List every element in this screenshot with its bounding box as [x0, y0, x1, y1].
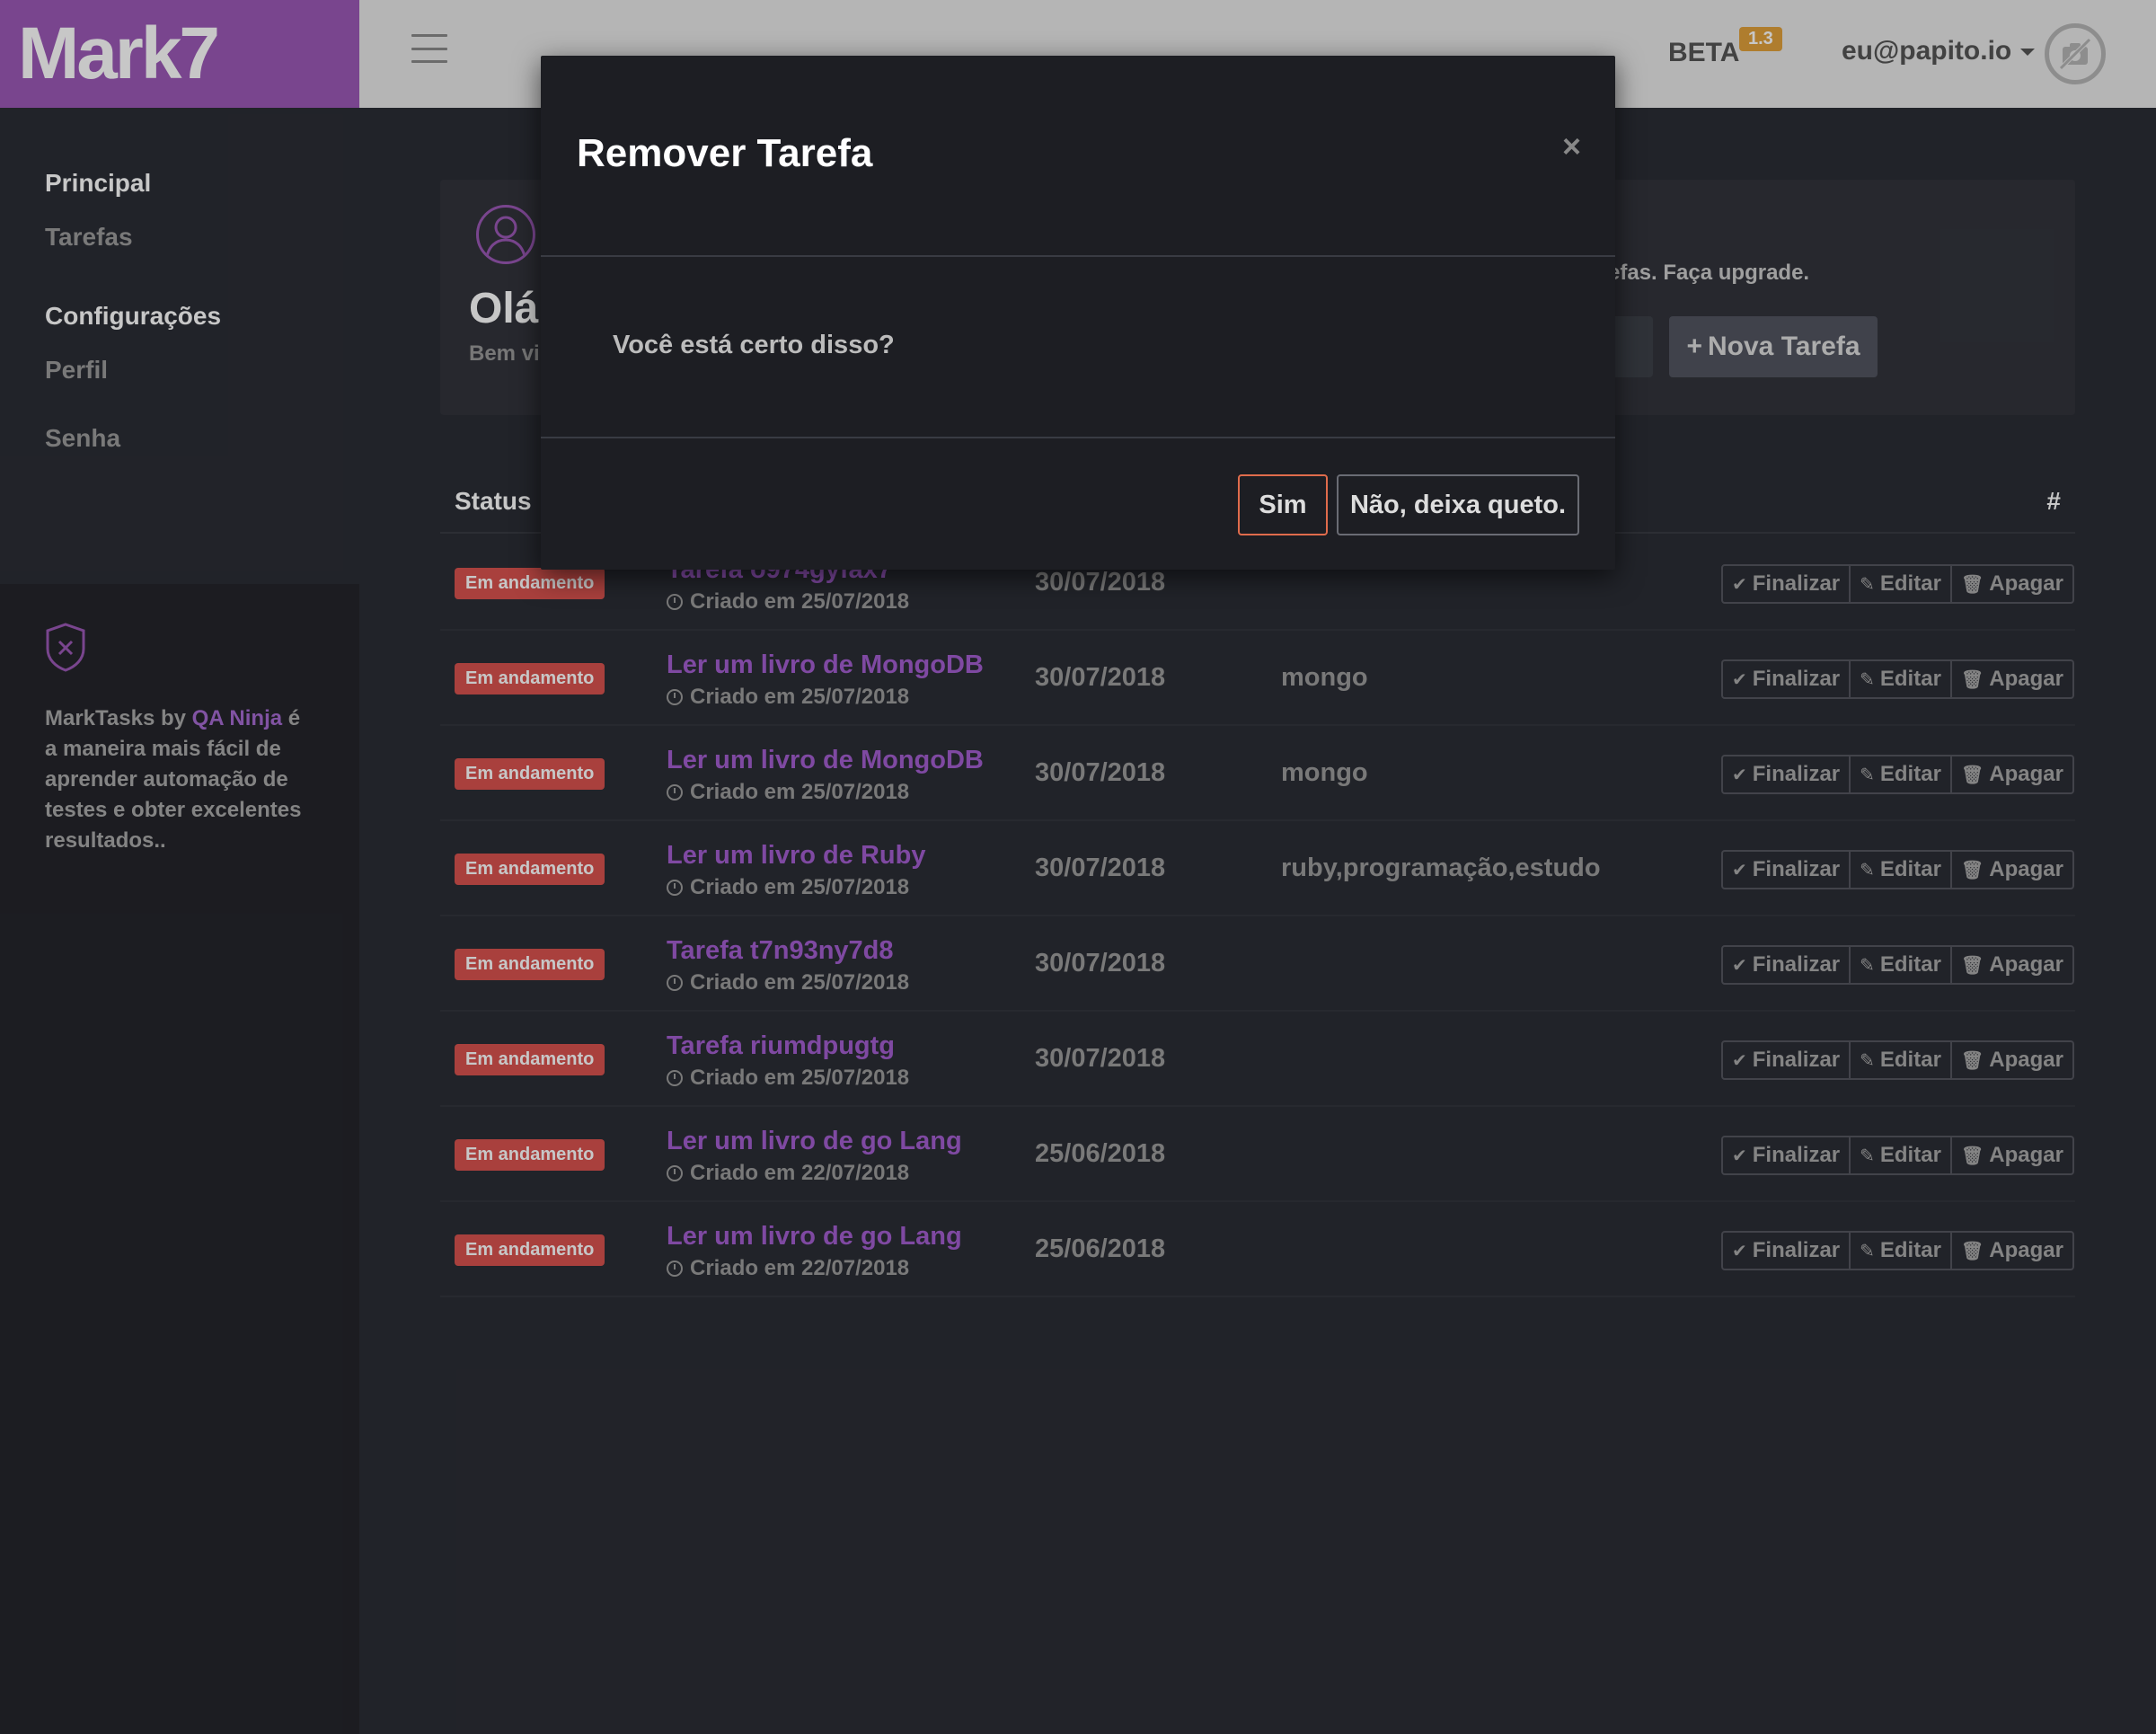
- confirm-yes-button[interactable]: Sim: [1238, 474, 1328, 535]
- close-icon[interactable]: ×: [1562, 128, 1581, 165]
- remove-task-modal: Remover Tarefa × Você está certo disso? …: [541, 56, 1615, 570]
- modal-message: Você está certo disso?: [613, 331, 895, 359]
- modal-title: Remover Tarefa: [577, 131, 873, 175]
- modal-divider: [541, 255, 1615, 257]
- modal-divider: [541, 437, 1615, 438]
- confirm-no-button[interactable]: Não, deixa queto.: [1337, 474, 1579, 535]
